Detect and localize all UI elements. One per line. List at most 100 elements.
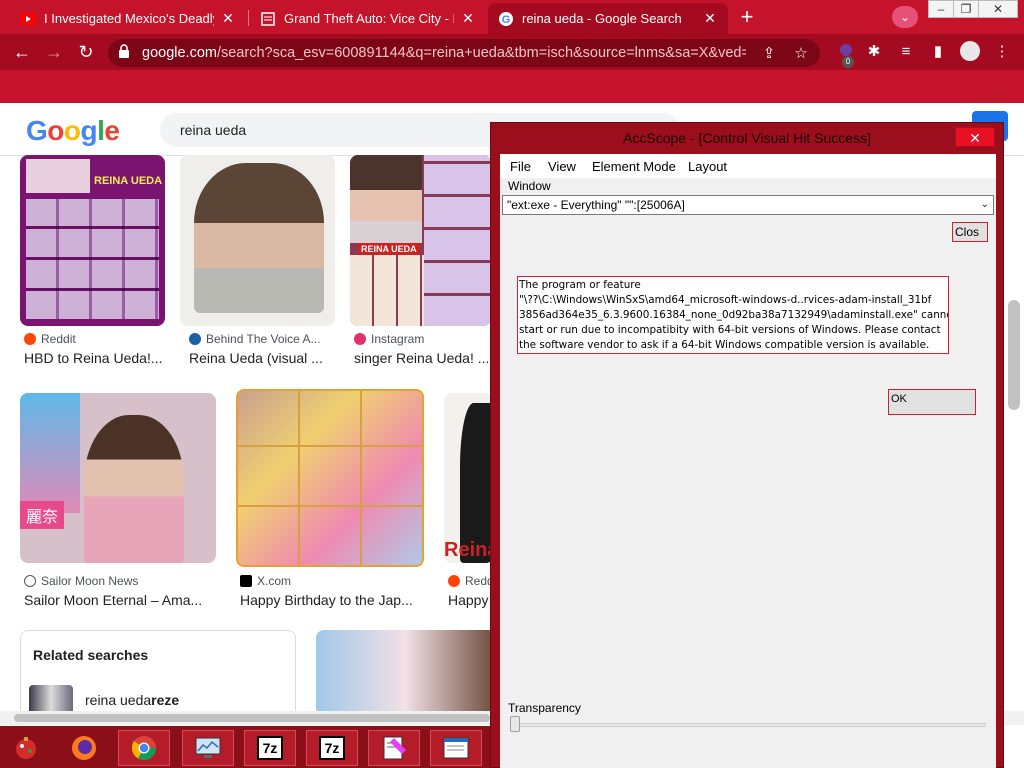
close-icon[interactable]: ✕ (702, 10, 718, 27)
image-result-2[interactable] (180, 155, 335, 326)
thumb-text: REINA UEDA (94, 175, 163, 187)
related-item[interactable]: reina ueda reze (29, 685, 179, 713)
restore-button[interactable]: ❐ (953, 0, 979, 18)
address-bar[interactable]: google.com/search?sca_esv=600891144&q=re… (108, 39, 820, 67)
clos-button[interactable]: Clos (952, 222, 988, 242)
result-caption[interactable]: Sailor Moon Eternal – Ama... (24, 592, 214, 608)
bookmark-star-icon[interactable]: ☆ (792, 44, 810, 62)
7zip-icon-2[interactable]: 7z (306, 730, 358, 766)
error-message-text: The program or feature "\??\C:\Windows\W… (517, 276, 949, 354)
vertical-scrollbar-thumb[interactable] (1008, 300, 1020, 410)
menu-view[interactable]: View (548, 159, 576, 174)
menu-layout[interactable]: Layout (688, 159, 727, 174)
thumb-text: REINA UEDA (358, 243, 420, 255)
url-path: /search?sca_esv=600891144&q=reina+ueda&t… (216, 45, 746, 61)
notepad-app-icon[interactable] (368, 730, 420, 766)
transparency-slider-thumb[interactable] (510, 716, 520, 732)
url-domain: google.com (142, 45, 217, 61)
forward-button[interactable]: → (42, 40, 66, 64)
globe-icon (24, 575, 36, 587)
browser-toolbar: ← → ↻ google.com/search?sca_esv=60089114… (0, 34, 1024, 70)
7zip-icon[interactable]: 7z (244, 730, 296, 766)
logo-letter: G (26, 115, 48, 146)
theme-banner (0, 70, 1024, 103)
tab-gta[interactable]: Grand Theft Auto: Vice City - Do ✕ (250, 3, 486, 34)
accscope-close-button[interactable]: ✕ (955, 127, 995, 147)
thumb-portrait (194, 163, 324, 313)
media-control-icon[interactable]: ≡ (896, 42, 916, 62)
puzzle-icon[interactable]: ✱ (864, 42, 884, 62)
chrome-icon[interactable] (118, 730, 170, 766)
thumb-grid (424, 155, 491, 326)
tab-youtube[interactable]: I Investigated Mexico's Deadly C ✕ (10, 3, 246, 34)
back-button[interactable]: ← (10, 40, 34, 64)
window-select[interactable]: "ext:exe - Everything" "":[25006A] ⌄ (502, 195, 994, 215)
source-name: Sailor Moon News (41, 574, 139, 588)
tab-google-search[interactable]: G reina ueda - Google Search ✕ (488, 3, 728, 34)
side-panel-icon[interactable]: ▮ (928, 42, 948, 62)
christmas-ornament-icon[interactable] (0, 730, 52, 766)
window-close-button[interactable]: ✕ (978, 0, 1018, 18)
reload-button[interactable]: ↻ (74, 40, 98, 64)
result-source[interactable]: Instagram (354, 332, 424, 346)
x-icon (240, 575, 252, 587)
tab-title: Grand Theft Auto: Vice City - Do (284, 11, 454, 26)
ok-button[interactable]: OK (888, 389, 976, 415)
instagram-icon (354, 333, 366, 345)
source-name: Behind The Voice A... (206, 332, 321, 346)
image-result-7[interactable] (316, 630, 496, 713)
page-icon (260, 11, 276, 27)
image-result-6[interactable]: Reina (444, 393, 494, 563)
result-caption[interactable]: Reina Ueda (visual ... (189, 350, 329, 366)
image-result-4[interactable]: 麗奈 (20, 393, 216, 563)
thumb-portrait (26, 159, 90, 193)
window-app-icon[interactable] (430, 730, 482, 766)
close-icon[interactable]: ✕ (460, 10, 476, 27)
transparency-label: Transparency (508, 701, 581, 715)
tab-search-button[interactable]: ⌄ (892, 6, 918, 28)
google-logo[interactable]: Google (26, 115, 120, 147)
result-source[interactable]: Sailor Moon News (24, 574, 138, 588)
behind-the-voice-icon (189, 333, 201, 345)
close-icon[interactable]: ✕ (220, 10, 236, 27)
lock-icon[interactable] (118, 44, 132, 62)
thumb-portrait (84, 415, 184, 563)
taskbar: 7z 7z (0, 726, 490, 768)
result-source[interactable]: Reddit (24, 332, 76, 346)
result-source[interactable]: X.com (240, 574, 291, 588)
accscope-menu-bar: File View Element Mode Layout (500, 154, 996, 178)
monitor-app-icon[interactable] (182, 730, 234, 766)
result-caption[interactable]: Happy Birthday to the Jap... (240, 592, 426, 608)
profile-avatar[interactable] (960, 41, 980, 61)
window-label: Window (508, 179, 551, 193)
share-icon[interactable]: ⇪ (760, 44, 778, 62)
firefox-icon[interactable] (58, 730, 110, 766)
result-caption[interactable]: singer Reina Ueda! ... (354, 350, 490, 366)
image-result-5[interactable] (236, 389, 424, 567)
related-heading: Related searches (33, 647, 149, 663)
menu-element-mode[interactable]: Element Mode (592, 159, 676, 174)
related-item-prefix: reina ueda (85, 692, 152, 708)
chevron-down-icon: ⌄ (980, 199, 989, 210)
reddit-icon (448, 575, 460, 587)
message-line: "\??\C:\Windows\WinSxS\amd64_microsoft-w… (519, 294, 932, 306)
result-caption[interactable]: HBD to Reina Ueda!... (24, 350, 164, 366)
scrollbar-thumb[interactable] (14, 714, 490, 722)
image-result-3[interactable]: REINA UEDA (350, 155, 491, 326)
minimize-button[interactable]: – (928, 0, 954, 18)
logo-letter: e (104, 115, 120, 146)
menu-kebab-icon[interactable]: ⋮ (992, 42, 1012, 62)
result-source[interactable]: Behind The Voice A... (189, 332, 329, 346)
menu-file[interactable]: File (510, 159, 531, 174)
thumb-anime-art (20, 393, 80, 513)
transparency-slider-track[interactable] (512, 723, 986, 727)
7zip-label: 7z (319, 736, 345, 760)
url-text: google.com/search?sca_esv=600891144&q=re… (142, 45, 746, 61)
image-result-1[interactable]: REINA UEDA (20, 155, 165, 326)
source-name: Redd (465, 574, 492, 588)
new-tab-button[interactable]: + (734, 5, 760, 31)
logo-letter: o (47, 115, 64, 146)
accscope-title: AccScope - [Control Visual Hit Success] (623, 130, 871, 146)
result-caption[interactable]: Happy (448, 592, 492, 608)
result-source[interactable]: Redd (448, 574, 492, 588)
